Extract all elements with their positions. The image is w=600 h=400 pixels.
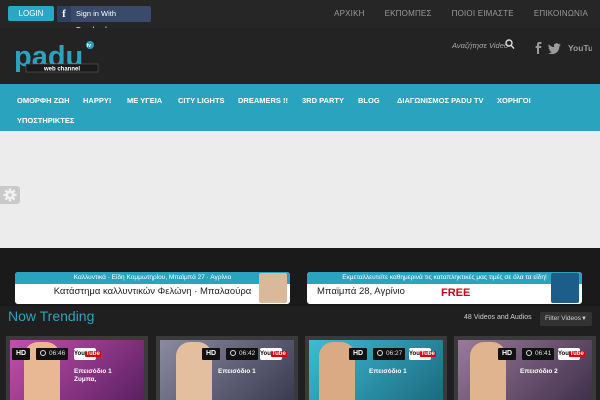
ad-banner-image (551, 273, 579, 303)
facebook-icon: f (57, 6, 71, 22)
ad-banner-cosmetics[interactable]: Καλλυντικά · Είδη Κομμωτηρίου, Μπαϊμπά 2… (15, 272, 290, 304)
ad-banner-strip: Εκμεταλλευτείτε καθημερινά τις καταπληκτ… (307, 272, 582, 284)
top-bar: LOGIN f Sign in With Facebook ΑΡΧΙΚΗ ΕΚΠ… (0, 0, 600, 34)
youtube-icon[interactable]: YouTube (568, 41, 592, 54)
episode-title: Επεισόδιο 1 (369, 368, 407, 375)
free-badge: FREE (441, 287, 471, 299)
padu-logo[interactable]: padu web channel tv (14, 40, 104, 74)
episode-title: Επεισόδιο 2 (520, 368, 558, 375)
duration-badge: 06:27 (373, 348, 405, 360)
duration-label: 06:27 (386, 350, 403, 357)
episode-label: Επεισόδιο 1 Ζυμπα, (74, 368, 112, 384)
nav-item-supporters[interactable]: ΥΠΟΣΤΗΡΙΚΤΕΣ (17, 116, 74, 125)
duration-badge: 06:42 (226, 348, 258, 360)
episode-label: Επεισόδιο 1 (369, 368, 407, 376)
video-cards: HD 06:46 YouTube Επεισόδιο 1 Ζυμπα, HD 06… (0, 336, 600, 400)
chevron-down-icon: ▼ (581, 316, 587, 322)
hd-badge: HD (12, 348, 30, 360)
clock-icon (230, 350, 236, 356)
ad-banner-image (259, 273, 287, 303)
video-card[interactable]: HD 06:27 YouTube Επεισόδιο 1 (305, 336, 447, 400)
episode-label: Επεισόδιο 2 (520, 368, 558, 376)
search-placeholder: Αναζήτησε Video (452, 41, 509, 50)
clock-icon (40, 350, 46, 356)
ad-banner-offers[interactable]: Εκμεταλλευτείτε καθημερινά τις καταπληκτ… (307, 272, 582, 304)
video-card[interactable]: HD 06:41 YouTube Επεισόδιο 2 (454, 336, 596, 400)
hero-slider (0, 131, 600, 248)
episode-title: Επεισόδιο 1 (74, 368, 112, 375)
youtube-badge: YouTube (260, 348, 287, 360)
filter-videos-dropdown[interactable]: Filter Videos ▼ (540, 312, 592, 326)
facebook-icon[interactable] (534, 41, 542, 54)
youtube-badge: YouTube (409, 348, 436, 360)
main-nav: ΟΜΟΡΦΗ ΖΩΗ HAPPY! ΜΕ ΥΓΕΙΑ CITY LIGHTS D… (0, 84, 600, 131)
clock-icon (526, 350, 532, 356)
duration-label: 06:46 (49, 350, 66, 357)
nav-item-blog[interactable]: BLOG (358, 96, 380, 105)
facebook-signin-button[interactable]: f Sign in With Facebook (57, 6, 151, 34)
gear-icon (3, 188, 17, 202)
youtube-badge: YouTube (558, 348, 585, 360)
duration-label: 06:41 (535, 350, 552, 357)
nav-item-sponsors[interactable]: ΧΟΡΗΓΟΙ (497, 96, 531, 105)
search-icon[interactable] (505, 39, 515, 50)
duration-badge: 06:41 (522, 348, 554, 360)
episode-title: Επεισόδιο 1 (218, 368, 256, 375)
duration-label: 06:42 (239, 350, 256, 357)
youtube-badge-tube: Tube (270, 351, 287, 357)
nav-item-3rd-party[interactable]: 3RD PARTY (302, 96, 344, 105)
settings-tab[interactable] (0, 186, 20, 204)
filter-label: Filter Videos (545, 315, 582, 322)
top-nav-about[interactable]: ΠΟΙΟΙ ΕΙΜΑΣΤΕ (452, 9, 514, 18)
youtube-badge-you: You (409, 351, 420, 357)
ad-banner-strip: Καλλυντικά · Είδη Κομμωτηρίου, Μπαϊμπά 2… (15, 272, 290, 284)
video-card[interactable]: HD 06:42 YouTube Επεισόδιο 1 (156, 336, 298, 400)
top-nav-home[interactable]: ΑΡΧΙΚΗ (334, 9, 365, 18)
hd-badge: HD (349, 348, 367, 360)
trending-title: Now Trending (8, 308, 95, 324)
youtube-badge-tube: Tube (568, 351, 585, 357)
episode-sub: Ζυμπα, (74, 376, 97, 383)
nav-item-dreamers[interactable]: DREAMERS !! (238, 96, 288, 105)
top-nav-contact[interactable]: ΕΠΙΚΟΙΝΩΝΙΑ (534, 9, 588, 18)
top-nav-shows[interactable]: ΕΚΠΟΜΠΕΣ (385, 9, 432, 18)
top-nav: ΑΡΧΙΚΗ ΕΚΠΟΜΠΕΣ ΠΟΙΟΙ ΕΙΜΑΣΤΕ ΕΠΙΚΟΙΝΩΝΙ… (334, 9, 588, 18)
hd-badge: HD (202, 348, 220, 360)
youtube-badge-tube: Tube (84, 351, 101, 357)
video-count: 48 Videos and Audios (464, 314, 532, 321)
twitter-icon[interactable] (548, 43, 561, 54)
youtube-badge-tube: Tube (419, 351, 436, 357)
clock-icon (377, 350, 383, 356)
nav-item-contest[interactable]: ΔΙΑΓΩΝΙΣΜΟΣ PADU TV (397, 96, 483, 105)
login-button[interactable]: LOGIN (8, 6, 54, 21)
duration-badge: 06:46 (36, 348, 68, 360)
youtube-badge: YouTube (74, 348, 101, 360)
logo-badge: tv (87, 43, 92, 49)
nav-item-happy[interactable]: HAPPY! (83, 96, 111, 105)
ad-banner-title: Κατάστημα καλλυντικών Φελώνη · Μπαλαούρα (53, 286, 252, 297)
nav-item-me-ygeia[interactable]: ΜΕ ΥΓΕΙΑ (127, 96, 162, 105)
episode-label: Επεισόδιο 1 (218, 368, 256, 376)
social-icons: YouTube (534, 41, 592, 55)
hd-badge: HD (498, 348, 516, 360)
youtube-label: YouTube (568, 43, 592, 53)
youtube-badge-you: You (74, 351, 85, 357)
video-card[interactable]: HD 06:46 YouTube Επεισόδιο 1 Ζυμπα, (6, 336, 148, 400)
logo-tagline: web channel (43, 67, 80, 73)
youtube-badge-you: You (558, 351, 569, 357)
youtube-badge-you: You (260, 351, 271, 357)
ad-banners: Καλλυντικά · Είδη Κομμωτηρίου, Μπαϊμπά 2… (0, 248, 600, 306)
nav-item-omorfi-zoi[interactable]: ΟΜΟΡΦΗ ΖΩΗ (17, 96, 70, 105)
site-header: padu web channel tv Αναζήτησε Video YouT… (0, 28, 600, 84)
nav-item-city-lights[interactable]: CITY LIGHTS (178, 96, 225, 105)
